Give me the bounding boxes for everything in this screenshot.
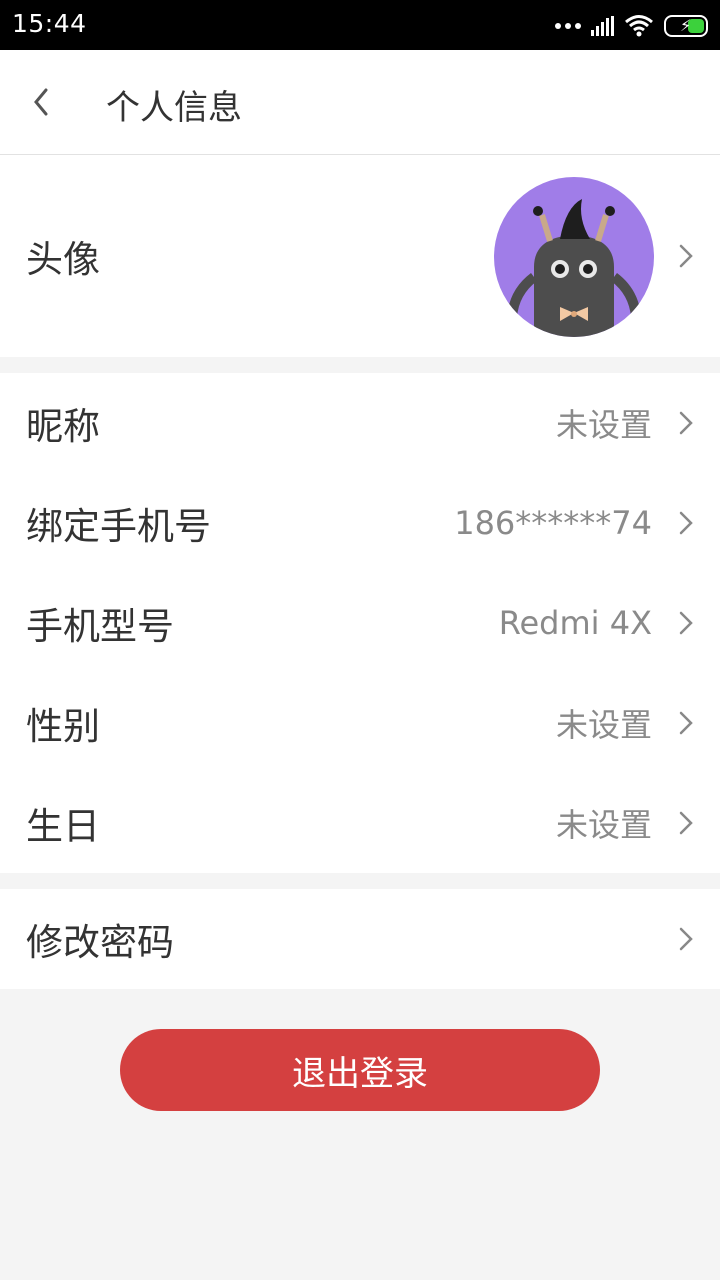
device-model-value: Redmi 4X — [498, 604, 652, 642]
page-title: 个人信息 — [106, 88, 242, 128]
gender-value: 未设置 — [555, 706, 652, 744]
chevron-right-icon — [679, 811, 693, 835]
gender-row[interactable]: 性别 未设置 — [0, 673, 720, 773]
device-model-label: 手机型号 — [26, 605, 174, 648]
chevron-right-icon — [679, 927, 693, 951]
nickname-label: 昵称 — [26, 405, 100, 448]
logout-button[interactable]: 退出登录 — [120, 1029, 600, 1111]
change-password-label: 修改密码 — [26, 921, 174, 964]
wifi-icon — [625, 15, 653, 37]
avatar — [494, 177, 654, 337]
device-model-row[interactable]: 手机型号 Redmi 4X — [0, 573, 720, 673]
avatar-label: 头像 — [26, 238, 100, 281]
chevron-left-icon — [34, 88, 48, 116]
more-dots-icon — [555, 23, 581, 29]
back-button[interactable] — [20, 78, 64, 126]
battery-icon: ⚡ — [664, 15, 708, 37]
phone-value: 186******74 — [454, 504, 652, 542]
status-icons: ⚡ — [555, 12, 708, 40]
gender-label: 性别 — [26, 705, 100, 748]
nav-bar: 个人信息 — [0, 50, 720, 155]
chevron-right-icon — [679, 244, 693, 268]
avatar-row[interactable]: 头像 — [0, 155, 720, 357]
status-time: 15:44 — [12, 9, 87, 38]
nickname-row[interactable]: 昵称 未设置 — [0, 373, 720, 473]
chevron-right-icon — [679, 611, 693, 635]
birthday-row[interactable]: 生日 未设置 — [0, 773, 720, 873]
birthday-value: 未设置 — [555, 806, 652, 844]
birthday-label: 生日 — [26, 805, 100, 848]
signal-icon — [591, 16, 614, 36]
password-section: 修改密码 — [0, 889, 720, 989]
chevron-right-icon — [679, 411, 693, 435]
chevron-right-icon — [679, 711, 693, 735]
phone-label: 绑定手机号 — [26, 505, 211, 548]
chevron-right-icon — [679, 511, 693, 535]
nickname-value: 未设置 — [555, 406, 652, 444]
profile-info-section: 昵称 未设置 绑定手机号 186******74 手机型号 Redmi 4X 性… — [0, 373, 720, 873]
robot-avatar-icon — [507, 199, 641, 337]
status-bar: 15:44 ⚡ — [0, 0, 720, 50]
change-password-row[interactable]: 修改密码 — [0, 889, 720, 989]
phone-row[interactable]: 绑定手机号 186******74 — [0, 473, 720, 573]
